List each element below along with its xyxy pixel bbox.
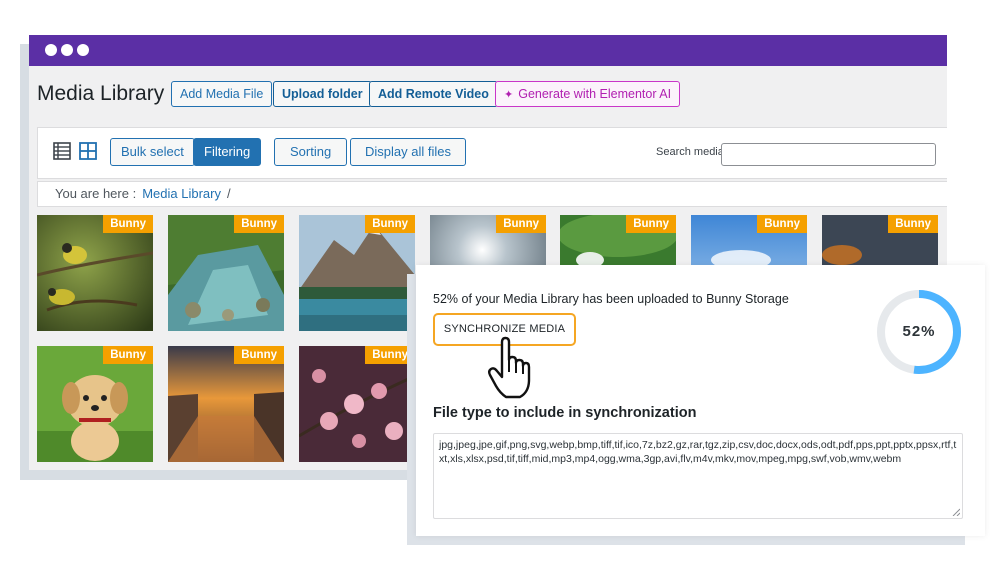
grid-view-icon[interactable] bbox=[79, 142, 97, 160]
search-label: Search media bbox=[656, 146, 724, 158]
media-item-cherry-blossom[interactable]: Bunny bbox=[299, 346, 415, 462]
breadcrumb-prefix: You are here : bbox=[55, 186, 137, 201]
sorting-button[interactable]: Sorting bbox=[274, 138, 348, 166]
media-item-bird[interactable]: Bunny bbox=[37, 215, 153, 331]
hand-pointer-icon bbox=[488, 336, 531, 399]
media-toolbar: Bulk select Filtering Sorting Display al… bbox=[37, 127, 947, 179]
upload-folder-button[interactable]: Upload folder bbox=[273, 81, 372, 107]
sparkle-icon: ✦ bbox=[504, 89, 514, 101]
generate-ai-label: Generate with Elementor AI bbox=[518, 87, 672, 101]
file-type-title: File type to include in synchronization bbox=[433, 405, 697, 421]
window-dot-icon[interactable] bbox=[77, 44, 89, 56]
window-titlebar bbox=[29, 35, 947, 66]
generate-ai-button[interactable]: ✦ Generate with Elementor AI bbox=[495, 81, 681, 107]
bunny-badge: Bunny bbox=[103, 215, 153, 233]
window-dot-icon[interactable] bbox=[61, 44, 73, 56]
breadcrumb-link[interactable]: Media Library bbox=[142, 186, 221, 201]
breadcrumb-separator: / bbox=[226, 186, 231, 201]
bunny-badge: Bunny bbox=[496, 215, 546, 233]
bunny-badge: Bunny bbox=[626, 215, 676, 233]
filtering-button[interactable]: Filtering bbox=[193, 138, 262, 166]
file-types-textarea[interactable]: jpg,jpeg,jpe,gif,png,svg,webp,bmp,tiff,t… bbox=[433, 433, 963, 519]
display-all-files-button[interactable]: Display all files bbox=[350, 138, 466, 166]
window-dot-icon[interactable] bbox=[45, 44, 57, 56]
sync-progress-label: 52% bbox=[902, 323, 936, 340]
bunny-badge: Bunny bbox=[234, 215, 284, 233]
breadcrumb: You are here : Media Library / bbox=[37, 181, 947, 207]
bunny-badge: Bunny bbox=[365, 215, 415, 233]
sync-panel: 52% of your Media Library has been uploa… bbox=[416, 265, 985, 536]
list-view-icon[interactable] bbox=[53, 142, 71, 160]
media-item-puppy[interactable]: Bunny bbox=[37, 346, 153, 462]
bunny-badge: Bunny bbox=[757, 215, 807, 233]
bunny-badge: Bunny bbox=[103, 346, 153, 364]
add-media-file-button[interactable]: Add Media File bbox=[171, 81, 273, 107]
bunny-badge: Bunny bbox=[234, 346, 284, 364]
resize-handle-icon[interactable] bbox=[952, 508, 960, 516]
sync-status-text: 52% of your Media Library has been uploa… bbox=[433, 292, 789, 306]
media-item-river[interactable]: Bunny bbox=[168, 215, 284, 331]
search-input[interactable] bbox=[721, 143, 936, 166]
add-remote-video-button[interactable]: Add Remote Video bbox=[369, 81, 498, 107]
media-item-canal-sunset[interactable]: Bunny bbox=[168, 346, 284, 462]
media-item-mountain-lake[interactable]: Bunny bbox=[299, 215, 415, 331]
page-title: Media Library bbox=[37, 82, 165, 105]
bulk-select-button[interactable]: Bulk select bbox=[110, 138, 195, 166]
file-types-value: jpg,jpeg,jpe,gif,png,svg,webp,bmp,tiff,t… bbox=[439, 439, 957, 465]
bunny-badge: Bunny bbox=[888, 215, 938, 233]
